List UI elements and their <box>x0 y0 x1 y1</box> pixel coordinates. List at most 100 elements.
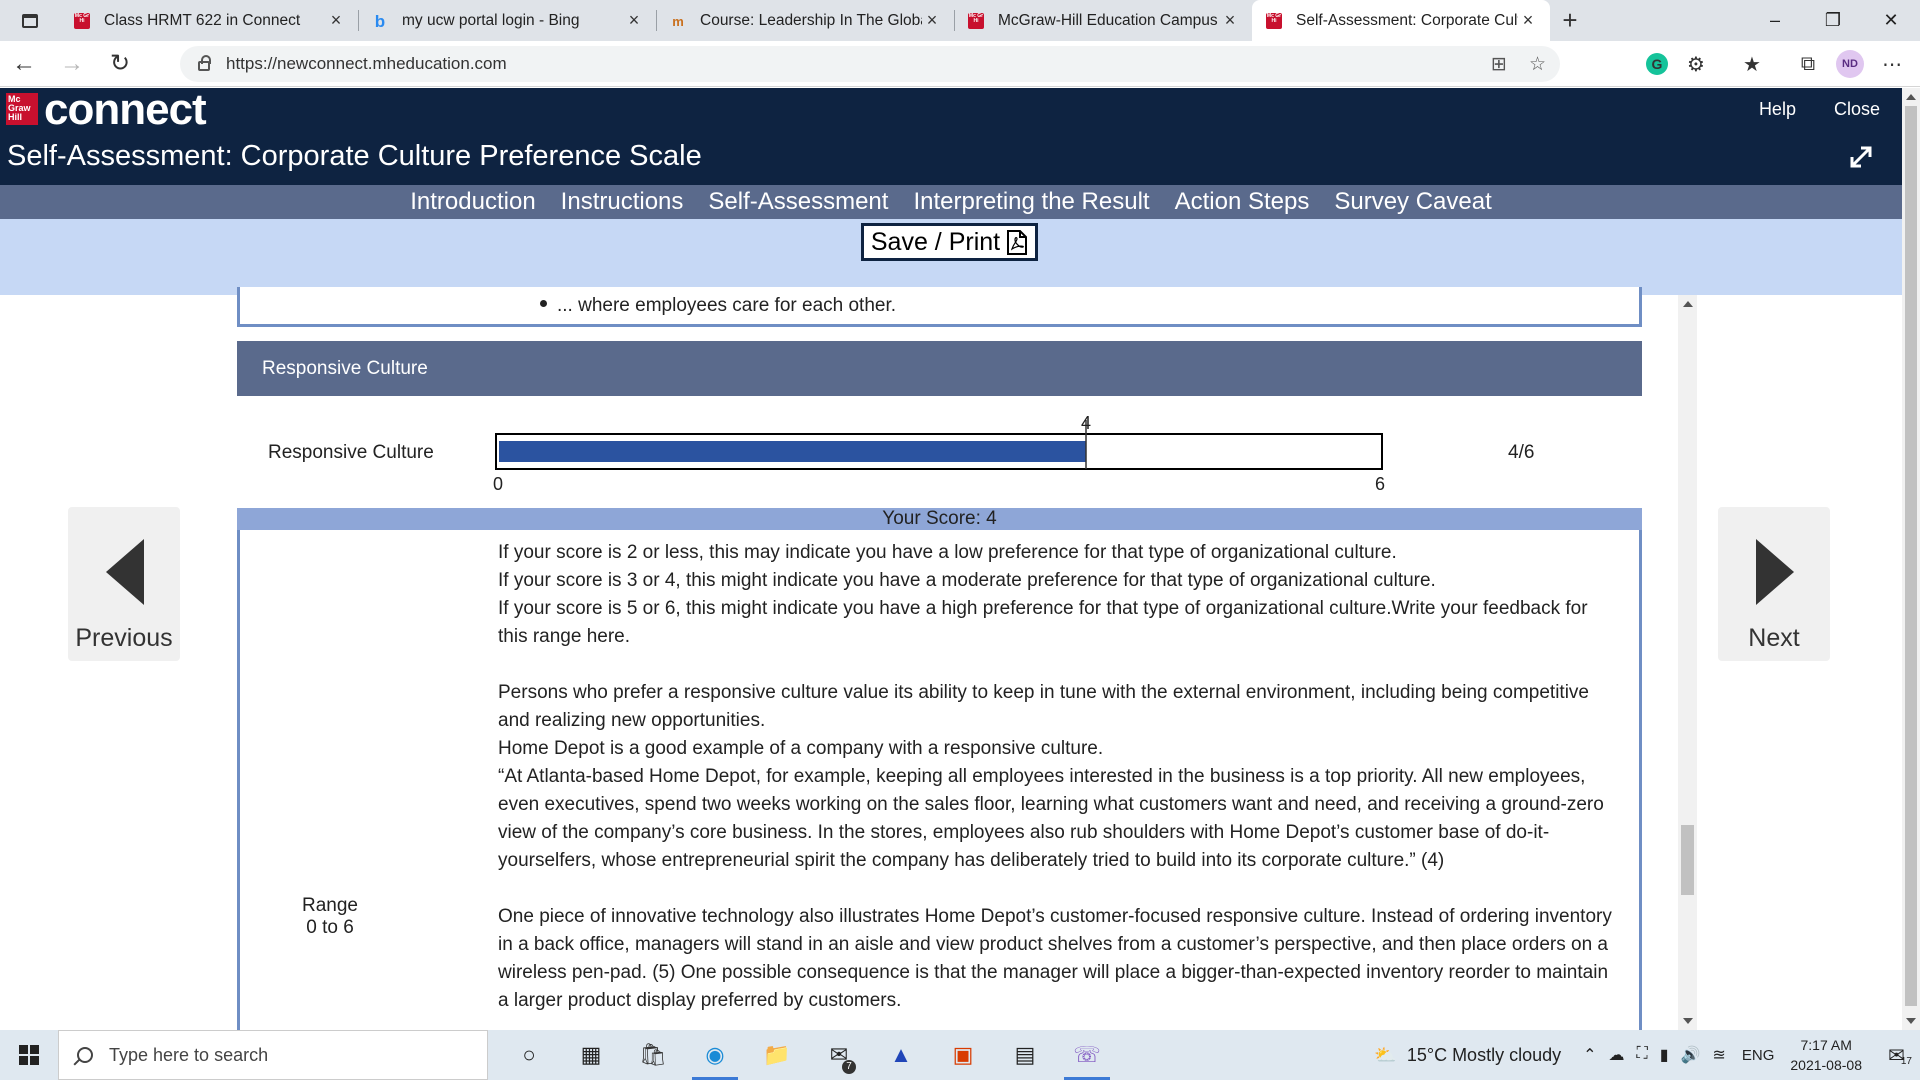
tab-action-steps[interactable]: Action Steps <box>1175 188 1310 216</box>
grammarly-extension-icon[interactable]: G <box>1646 53 1668 75</box>
close-tab-icon[interactable]: × <box>922 10 942 31</box>
edge-icon[interactable]: ◉ <box>684 1030 746 1080</box>
store-icon[interactable]: 🛍 <box>622 1030 684 1080</box>
extensions-icon[interactable]: ⚙ <box>1668 52 1724 77</box>
previous-section-box: ... where employees care for each other. <box>237 287 1642 327</box>
arrow-left-icon <box>106 539 144 605</box>
mcgraw-hill-favicon-icon: Mc Gr Hi <box>1266 12 1282 29</box>
expand-icon[interactable] <box>1844 140 1878 174</box>
app-available-icon[interactable]: ⊞ <box>1491 53 1507 76</box>
clock-time: 7:17 AM <box>1800 1037 1852 1053</box>
browser-tab-mcgraw-campus[interactable]: Mc Gr Hi McGraw-Hill Education Campus × <box>954 0 1252 41</box>
tab-title: Class HRMT 622 in Connect <box>104 11 301 29</box>
task-view-icon[interactable]: ▦ <box>560 1030 622 1080</box>
score-bar-fill <box>499 441 1086 462</box>
close-link[interactable]: Close <box>1834 99 1880 120</box>
control-panel-icon[interactable]: ▤ <box>994 1030 1056 1080</box>
list-item: ... where employees care for each other. <box>540 295 896 317</box>
mcgraw-hill-favicon-icon: Mc Gr Hi <box>74 12 90 29</box>
weather-widget[interactable]: ⛅ 15°C Mostly cloudy <box>1374 1045 1561 1066</box>
browser-tab-class-hrmt[interactable]: Mc Gr Hi Class HRMT 622 in Connect × <box>60 0 358 41</box>
content-scrollbar[interactable] <box>1678 295 1697 1030</box>
url-field[interactable]: https://newconnect.mheducation.com ⊞ ☆ <box>180 46 1560 82</box>
close-tab-icon[interactable]: × <box>624 10 644 31</box>
tab-self-assessment[interactable]: Self-Assessment <box>708 188 888 216</box>
favorites-icon[interactable]: ★ <box>1724 52 1780 77</box>
lock-icon <box>198 55 211 71</box>
tab-introduction[interactable]: Introduction <box>410 188 535 216</box>
tab-title: Self-Assessment: Corporate Culture <box>1296 11 1518 29</box>
office-icon[interactable]: ▣ <box>932 1030 994 1080</box>
meet-now-icon[interactable]: ⛶ <box>1637 1045 1648 1065</box>
range-value: 0 to 6 <box>306 917 354 938</box>
assessment-title-bar: Self-Assessment: Corporate Culture Prefe… <box>0 130 1902 185</box>
url-text: https://newconnect.mheducation.com <box>226 54 507 73</box>
taskbar-search[interactable]: Type here to search <box>58 1030 488 1080</box>
close-tab-icon[interactable]: × <box>1220 10 1240 31</box>
chevron-up-icon[interactable]: ⌃ <box>1583 1045 1596 1065</box>
next-button[interactable]: Next <box>1718 507 1830 661</box>
notifications-icon[interactable]: ✉ 17 <box>1880 1043 1920 1068</box>
scroll-down-icon[interactable] <box>1906 1018 1916 1024</box>
range-title: Range <box>302 895 358 916</box>
search-placeholder: Type here to search <box>109 1044 269 1065</box>
more-menu-icon[interactable]: ⋯ <box>1864 52 1920 77</box>
your-score-strip: Your Score: 4 <box>237 508 1642 530</box>
wifi-icon[interactable]: ≊ <box>1712 1045 1725 1065</box>
arrow-right-icon <box>1756 539 1794 605</box>
scroll-up-icon[interactable] <box>1683 301 1693 307</box>
minimize-icon[interactable]: – <box>1746 0 1804 41</box>
add-favorite-icon[interactable]: ☆ <box>1529 53 1546 76</box>
tab-actions-menu[interactable] <box>0 0 60 41</box>
refresh-button[interactable]: ↻ <box>96 41 144 87</box>
forward-button[interactable]: → <box>48 41 96 87</box>
save-band: Save / Print <box>0 219 1902 295</box>
feedback-line-high: If your score is 5 or 6, this might indi… <box>498 598 1588 647</box>
close-tab-icon[interactable]: × <box>326 10 346 31</box>
scroll-down-icon[interactable] <box>1683 1018 1693 1024</box>
page-scrollbar[interactable] <box>1902 88 1920 1030</box>
page-title: Self-Assessment: Corporate Culture Prefe… <box>7 140 702 172</box>
scroll-up-icon[interactable] <box>1906 94 1916 100</box>
mcgraw-hill-logo: Mc Graw Hill <box>6 93 38 125</box>
weather-text: 15°C Mostly cloudy <box>1406 1044 1562 1065</box>
browser-tab-leadership-course[interactable]: m Course: Leadership In The Global × <box>656 0 954 41</box>
scroll-thumb[interactable] <box>1905 106 1917 1006</box>
vpn-app-icon[interactable]: ▲ <box>870 1030 932 1080</box>
tab-survey-caveat[interactable]: Survey Caveat <box>1334 188 1491 216</box>
browser-tab-strip: Mc Gr Hi Class HRMT 622 in Connect × b m… <box>0 0 1920 41</box>
viber-icon[interactable]: ☏ <box>1056 1030 1118 1080</box>
previous-button[interactable]: Previous <box>68 507 180 661</box>
mail-icon[interactable]: ✉ 7 <box>808 1030 870 1080</box>
mcgraw-hill-favicon-icon: Mc Gr Hi <box>968 12 984 29</box>
scroll-thumb[interactable] <box>1681 825 1694 895</box>
cortana-icon[interactable]: ○ <box>498 1030 560 1080</box>
tab-instructions[interactable]: Instructions <box>561 188 684 216</box>
restore-icon[interactable]: ❐ <box>1804 0 1862 41</box>
browser-tab-self-assessment[interactable]: Mc Gr Hi Self-Assessment: Corporate Cult… <box>1252 0 1550 41</box>
taskbar-apps: ○ ▦ 🛍 ◉ 📁 ✉ 7 ▲ ▣ ▤ ☏ <box>498 1030 1118 1080</box>
pdf-icon <box>1007 229 1028 255</box>
tab-interpreting-result[interactable]: Interpreting the Result <box>913 188 1149 216</box>
collections-icon[interactable]: ⧉ <box>1780 53 1836 76</box>
volume-icon[interactable]: 🔊 <box>1681 1045 1701 1065</box>
moodle-favicon-icon: m <box>672 13 684 29</box>
profile-avatar[interactable]: ND <box>1836 50 1864 78</box>
onedrive-icon[interactable]: ☁ <box>1609 1045 1625 1065</box>
paragraph-home-depot-intro: Home Depot is a good example of a compan… <box>498 738 1104 759</box>
score-row-label: Responsive Culture <box>268 442 434 463</box>
browser-address-bar: ← → ↻ https://newconnect.mheducation.com… <box>0 41 1920 87</box>
language-indicator[interactable]: ENG <box>1742 1047 1775 1064</box>
file-explorer-icon[interactable]: 📁 <box>746 1030 808 1080</box>
save-print-button[interactable]: Save / Print <box>861 223 1038 261</box>
browser-tab-bing[interactable]: b my ucw portal login - Bing × <box>358 0 656 41</box>
battery-icon[interactable]: ▮ <box>1660 1045 1669 1065</box>
taskbar-clock[interactable]: 7:17 AM 2021-08-08 <box>1790 1035 1862 1075</box>
new-tab-button[interactable]: + <box>1550 0 1590 41</box>
close-tab-icon[interactable]: × <box>1518 10 1538 31</box>
search-icon <box>77 1047 93 1063</box>
help-link[interactable]: Help <box>1759 99 1796 120</box>
close-window-icon[interactable]: ✕ <box>1862 0 1920 41</box>
start-button[interactable] <box>0 1030 58 1080</box>
back-button[interactable]: ← <box>0 41 48 87</box>
